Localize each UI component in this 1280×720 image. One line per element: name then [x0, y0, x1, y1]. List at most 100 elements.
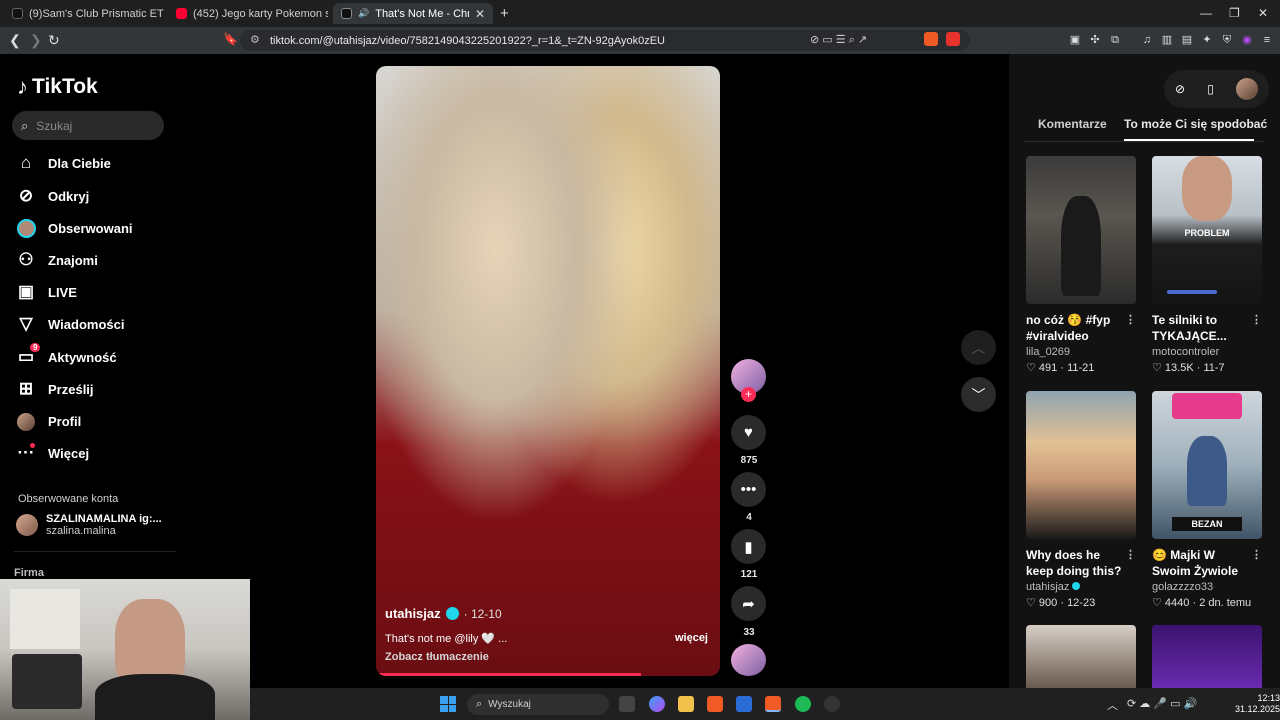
share-button[interactable]: ➦ — [731, 586, 766, 621]
more-options-icon[interactable]: ⋮ — [1125, 547, 1136, 563]
video-author[interactable]: utahisjaz · 12-10 — [385, 606, 502, 621]
spotify-icon[interactable] — [795, 696, 811, 712]
nav-znajomi[interactable]: ⚇ Znajomi — [16, 247, 176, 273]
nav-profil[interactable]: Profil — [16, 408, 176, 434]
browser-tab[interactable]: (452) Jego karty Pokemon są warte — [168, 3, 328, 24]
window-close-icon[interactable]: ✕ — [1258, 6, 1268, 20]
search-input[interactable]: ⌕ Szukaj — [12, 111, 164, 140]
video-progress-bar[interactable] — [376, 673, 641, 676]
translate-link[interactable]: Zobacz tłumaczenie — [385, 651, 489, 663]
nav-aktywnosc[interactable]: ▭ 9 Aktywność — [16, 343, 176, 370]
ai-icon[interactable]: ◉ — [1240, 33, 1254, 47]
nav-live[interactable]: ▣ LIVE — [16, 279, 176, 305]
menu-icon[interactable]: ≡ — [1260, 33, 1274, 47]
previous-video-button[interactable]: ︿ — [961, 330, 996, 365]
copilot-icon[interactable] — [649, 696, 665, 712]
profile-avatar[interactable] — [1235, 78, 1258, 100]
close-icon[interactable]: ✕ — [475, 7, 485, 21]
music-disc-icon[interactable] — [731, 644, 766, 676]
puzzle-icon[interactable]: ✣ — [1088, 33, 1102, 47]
comment-button[interactable]: ••• — [731, 472, 766, 507]
tab-recommended[interactable]: To może Ci się spodobać — [1124, 117, 1267, 131]
search-placeholder: Szukaj — [36, 118, 73, 133]
card-author[interactable]: utahisjaz — [1026, 581, 1136, 593]
address-bar[interactable]: ⚙ tiktok.com/@utahisjaz/video/7582149043… — [240, 30, 970, 51]
nav-obserwowani[interactable]: Obserwowani — [16, 215, 176, 241]
more-options-icon[interactable]: ⋮ — [1125, 312, 1136, 328]
card-author[interactable]: motocontroler — [1152, 346, 1262, 358]
new-tab-icon[interactable]: + — [500, 5, 509, 22]
more-link[interactable]: więcej — [675, 632, 708, 644]
tiktok-logo[interactable]: ♪ TikTok — [17, 74, 98, 100]
tab-title: That's Not Me - Chris and Ke — [375, 7, 469, 20]
wallet-icon[interactable]: ▤ — [1180, 33, 1194, 47]
forward-icon[interactable]: ❯ — [30, 32, 42, 49]
nav-przeslij[interactable]: ⊞ Prześlij — [16, 376, 176, 402]
tab-title: (452) Jego karty Pokemon są warte — [193, 7, 328, 20]
follow-plus-icon[interactable]: + — [741, 387, 756, 402]
friends-icon: ⚇ — [18, 250, 34, 269]
music-icon[interactable]: ♫ — [1140, 33, 1154, 47]
video-card[interactable]: no cóż 😚 #fyp #viralvideo ⋮ lila_0269 ♡ 4… — [1026, 156, 1136, 374]
card-author[interactable]: lila_0269 — [1026, 346, 1136, 358]
like-button[interactable]: ♥ — [731, 415, 766, 450]
tiktok-note-icon: ♪ — [17, 74, 28, 99]
toolbar-actions-icon[interactable]: ⊘ ▭ ☰ ⌕ ↗ — [810, 33, 867, 47]
video-thumbnail[interactable] — [1152, 625, 1262, 688]
sidebar-icon[interactable]: ▥ — [1160, 33, 1174, 47]
bookmark-icon[interactable]: 🔖 — [223, 32, 238, 46]
brave-rewards-icon[interactable] — [946, 32, 960, 46]
site-settings-icon[interactable]: ⚙ — [250, 33, 260, 46]
video-thumbnail: BEZAN — [1152, 391, 1262, 539]
tray-chevron-icon[interactable]: ︿ — [1107, 697, 1118, 713]
brave-browser-icon[interactable] — [707, 696, 723, 712]
comment-count: 4 — [746, 512, 752, 523]
taskbar-search-input[interactable]: ⌕ Wyszukaj — [467, 694, 609, 715]
taskbar-clock[interactable]: 12:13 31.12.2025 — [1235, 693, 1280, 715]
top-right-controls: ⊘ ▯ — [1164, 70, 1269, 108]
restore-icon[interactable]: ❐ — [1229, 6, 1240, 20]
video-player[interactable]: utahisjaz · 12-10 That's not me @lily 🤍 … — [376, 66, 720, 676]
extension-icon[interactable]: ▣ — [1068, 33, 1082, 47]
footer-company-link[interactable]: Firma — [14, 567, 44, 579]
followed-accounts-heading: Obserwowane konta — [18, 493, 119, 505]
nav-dla-ciebie[interactable]: ⌂ Dla Ciebie — [16, 150, 176, 176]
reload-icon[interactable]: ↻ — [48, 32, 60, 49]
file-explorer-icon[interactable] — [678, 696, 694, 712]
card-author[interactable]: golazzzzo33 — [1152, 581, 1262, 593]
video-card[interactable]: PROBLEM Te silniki to TYKAJĄCE... ⋮ motoc… — [1152, 156, 1262, 374]
minimize-icon[interactable]: — — [1200, 6, 1212, 20]
back-icon[interactable]: ❮ — [9, 32, 21, 49]
brave-shield-icon[interactable] — [924, 32, 938, 46]
tray-icons[interactable]: ⟳ ☁ 🎤 ▭ 🔊 — [1127, 697, 1197, 710]
compass-icon[interactable]: ⊘ — [1175, 82, 1185, 96]
video-card[interactable]: BEZAN 😊 Majki W Swoim Żywiole -...⋮ gola… — [1152, 391, 1262, 609]
leo-icon[interactable]: ✦ — [1200, 33, 1214, 47]
background-shelf — [10, 589, 80, 649]
save-button[interactable]: ▮ — [731, 529, 766, 564]
chevron-up-icon: ︿ — [971, 339, 986, 356]
vpn-icon[interactable]: ⛨ — [1220, 33, 1234, 47]
browser-tab[interactable]: (9)Sam's Club Prismatic ETB bundle! — [4, 3, 164, 24]
obs-icon[interactable] — [824, 696, 840, 712]
browser-tab-active[interactable]: 🔊 That's Not Me - Chris and Ke ✕ — [333, 3, 493, 24]
nav-odkryj[interactable]: ⊘ Odkryj — [16, 183, 176, 209]
video-thumbnail[interactable] — [1026, 625, 1136, 688]
nav-wiadomosci[interactable]: ▽ Wiadomości — [16, 311, 176, 337]
card-meta: ♡ 13.5K · 11-7 — [1152, 362, 1225, 374]
more-options-icon[interactable]: ⋮ — [1251, 547, 1262, 563]
more-options-icon[interactable]: ⋮ — [1251, 312, 1262, 328]
task-view-icon[interactable] — [619, 696, 635, 712]
followed-account-item[interactable]: SZALINAMALINA ig:... szalina.malina — [16, 513, 162, 537]
brave-active-icon[interactable] — [765, 696, 781, 712]
store-icon[interactable] — [736, 696, 752, 712]
screenshot-icon[interactable]: ⧉ — [1108, 33, 1122, 47]
windows-start-icon[interactable] — [440, 696, 456, 712]
phone-icon[interactable]: ▯ — [1207, 82, 1214, 96]
nav-wiecej[interactable]: ··· Więcej — [16, 440, 176, 466]
video-card[interactable]: Why does he keep doing this? ⋮ utahisjaz … — [1026, 391, 1136, 609]
next-video-button[interactable]: ﹀ — [961, 377, 996, 412]
tab-komentarze[interactable]: Komentarze — [1038, 117, 1107, 131]
url-text: tiktok.com/@utahisjaz/video/758214904322… — [270, 34, 666, 47]
save-count: 121 — [740, 569, 758, 580]
